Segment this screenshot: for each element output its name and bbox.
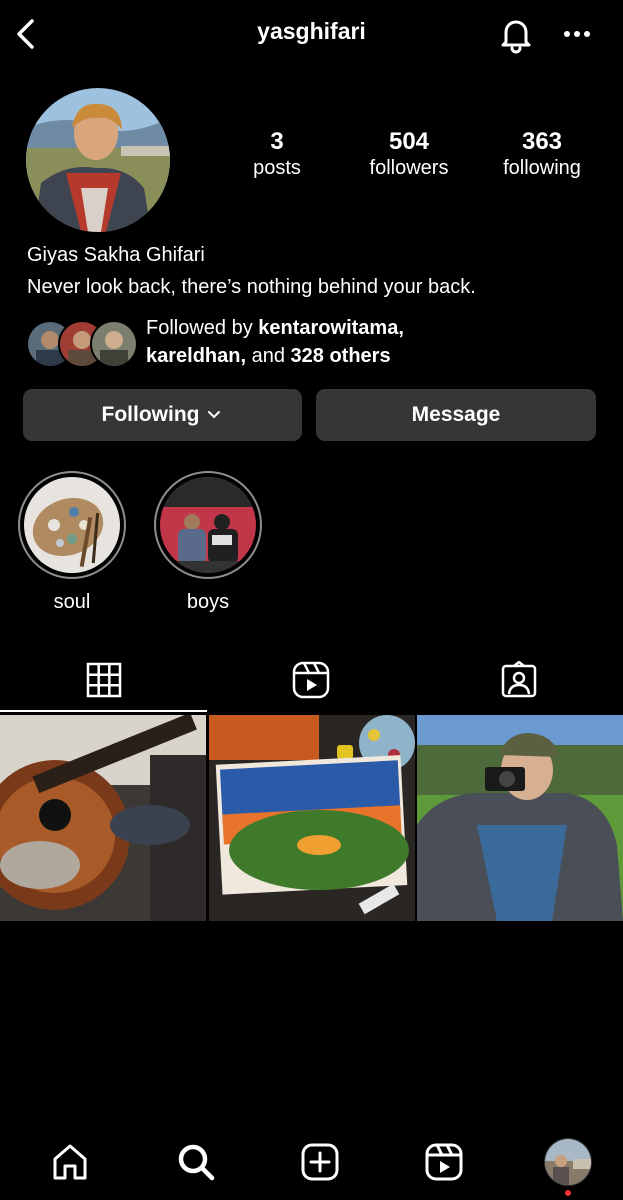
highlight-label: soul: [53, 591, 91, 613]
followed-by-prefix: Followed by: [146, 317, 259, 339]
following-count[interactable]: 363 following: [487, 128, 597, 180]
bell-icon[interactable]: [496, 14, 536, 54]
following-button[interactable]: Following: [23, 389, 302, 441]
tab-tagged[interactable]: [415, 650, 623, 710]
reels-icon: [292, 661, 330, 699]
nav-reels[interactable]: [420, 1138, 468, 1186]
following-button-label: Following: [101, 403, 200, 426]
tagged-person-icon: [501, 661, 537, 698]
post-thumbnail[interactable]: [417, 715, 623, 921]
profile-bio: Never look back, there’s nothing behind …: [27, 276, 476, 298]
tab-reels[interactable]: [207, 650, 415, 710]
home-icon: [53, 1144, 87, 1180]
add-post-icon: [301, 1143, 339, 1181]
following-count-value: 363: [521, 128, 563, 155]
more-options-icon[interactable]: [560, 22, 594, 46]
nav-create-post[interactable]: [296, 1138, 344, 1186]
mutual-others-link[interactable]: 328 others: [291, 345, 391, 367]
search-icon: [178, 1144, 215, 1181]
profile-full-name: Giyas Sakha Ghifari: [27, 244, 205, 266]
followers-count-label: followers: [369, 157, 449, 179]
post-thumbnail[interactable]: [0, 715, 206, 921]
mutual-avatar: [90, 320, 138, 368]
highlight-boys[interactable]: boys: [152, 471, 264, 614]
post-thumbnail[interactable]: [209, 715, 415, 921]
followers-count[interactable]: 504 followers: [354, 128, 464, 180]
message-button-label: Message: [411, 403, 501, 426]
posts-count: 3 posts: [222, 128, 332, 180]
posts-count-label: posts: [253, 157, 301, 179]
followed-by-text[interactable]: Followed by kentarowitama, kareldhan, an…: [146, 314, 606, 370]
mutual-user-link[interactable]: kentarowitama,: [258, 317, 404, 339]
tab-posts-grid[interactable]: [0, 650, 207, 712]
mutual-follower-avatars[interactable]: [26, 320, 138, 368]
chevron-down-icon: [208, 411, 221, 419]
highlight-soul[interactable]: soul: [16, 471, 128, 614]
following-count-label: following: [503, 157, 581, 179]
grid-icon: [86, 662, 121, 698]
nav-search[interactable]: [172, 1138, 220, 1186]
profile-avatar[interactable]: [26, 88, 170, 232]
followers-count-value: 504: [388, 128, 430, 155]
followed-by-and: and: [246, 345, 291, 367]
highlight-cover: [18, 471, 126, 579]
nav-home[interactable]: [46, 1138, 94, 1186]
nav-profile[interactable]: [544, 1138, 592, 1186]
posts-count-value: 3: [270, 128, 284, 155]
notification-dot: [565, 1190, 571, 1196]
highlight-label: boys: [186, 591, 230, 613]
message-button[interactable]: Message: [316, 389, 596, 441]
nav-profile-avatar: [544, 1138, 592, 1186]
mutual-user-link[interactable]: kareldhan,: [146, 345, 246, 367]
reels-icon: [425, 1143, 463, 1181]
highlight-cover: [154, 471, 262, 579]
